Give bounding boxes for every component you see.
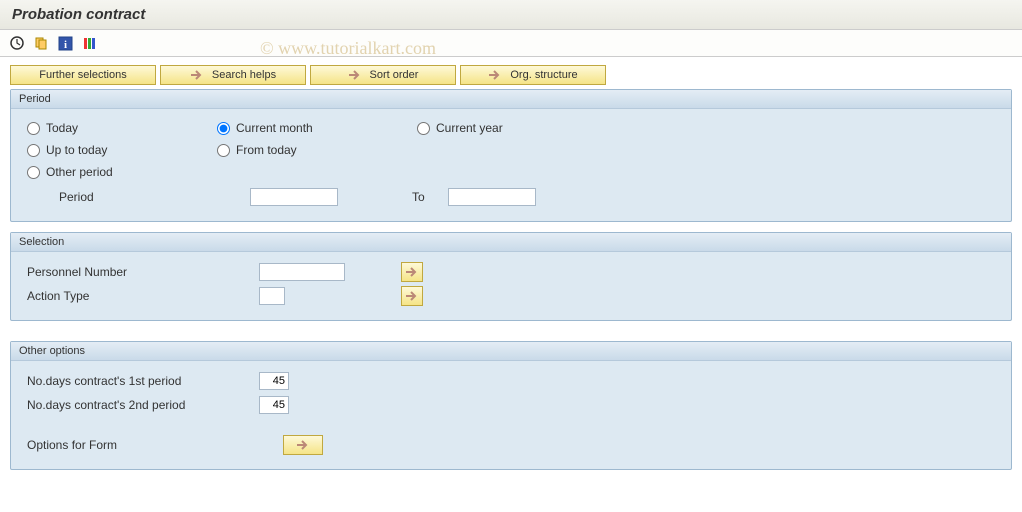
current-month-label: Current month xyxy=(236,121,313,135)
action-type-label: Action Type xyxy=(27,289,259,303)
selection-buttons: Further selections Search helps Sort ord… xyxy=(10,65,1012,85)
sort-order-button[interactable]: Sort order xyxy=(310,65,456,85)
variant-icon[interactable] xyxy=(32,34,50,52)
days1-input[interactable] xyxy=(259,372,289,390)
svg-text:i: i xyxy=(63,39,66,51)
period-panel-title: Period xyxy=(11,90,1011,109)
other-options-title: Other options xyxy=(11,342,1011,361)
days2-input[interactable] xyxy=(259,396,289,414)
period-to-input[interactable] xyxy=(448,188,536,206)
action-type-input[interactable] xyxy=(259,287,285,305)
today-radio[interactable] xyxy=(27,122,40,135)
page-title: Probation contract xyxy=(0,0,1022,30)
personnel-number-input[interactable] xyxy=(259,263,345,281)
search-helps-button[interactable]: Search helps xyxy=(160,65,306,85)
arrow-right-icon xyxy=(488,69,502,81)
further-selections-button[interactable]: Further selections xyxy=(10,65,156,85)
org-structure-button[interactable]: Org. structure xyxy=(460,65,606,85)
up-to-today-radio[interactable] xyxy=(27,144,40,157)
current-year-label: Current year xyxy=(436,121,503,135)
info-icon[interactable]: i xyxy=(56,34,74,52)
period-to-label: To xyxy=(412,190,448,204)
selection-panel: Selection Personnel Number Action Type xyxy=(10,232,1012,321)
app-toolbar: i xyxy=(0,30,1022,57)
arrow-right-icon xyxy=(190,69,204,81)
today-label: Today xyxy=(46,121,78,135)
current-year-radio[interactable] xyxy=(417,122,430,135)
selection-panel-title: Selection xyxy=(11,233,1011,252)
period-from-input[interactable] xyxy=(250,188,338,206)
layout-icon[interactable] xyxy=(80,34,98,52)
personnel-multi-select-button[interactable] xyxy=(401,262,423,282)
period-panel: Period Today Current month Current year … xyxy=(10,89,1012,222)
other-options-panel: Other options No.days contract's 1st per… xyxy=(10,341,1012,470)
days1-label: No.days contract's 1st period xyxy=(27,374,259,388)
options-form-label: Options for Form xyxy=(27,438,283,452)
other-period-radio[interactable] xyxy=(27,166,40,179)
current-month-radio[interactable] xyxy=(217,122,230,135)
from-today-radio[interactable] xyxy=(217,144,230,157)
options-form-button[interactable] xyxy=(283,435,323,455)
arrow-right-icon xyxy=(348,69,362,81)
days2-label: No.days contract's 2nd period xyxy=(27,398,259,412)
execute-icon[interactable] xyxy=(8,34,26,52)
up-to-today-label: Up to today xyxy=(46,143,107,157)
period-label: Period xyxy=(59,190,250,204)
other-period-label: Other period xyxy=(46,165,113,179)
main-content: Further selections Search helps Sort ord… xyxy=(0,57,1022,488)
action-multi-select-button[interactable] xyxy=(401,286,423,306)
personnel-number-label: Personnel Number xyxy=(27,265,259,279)
from-today-label: From today xyxy=(236,143,297,157)
